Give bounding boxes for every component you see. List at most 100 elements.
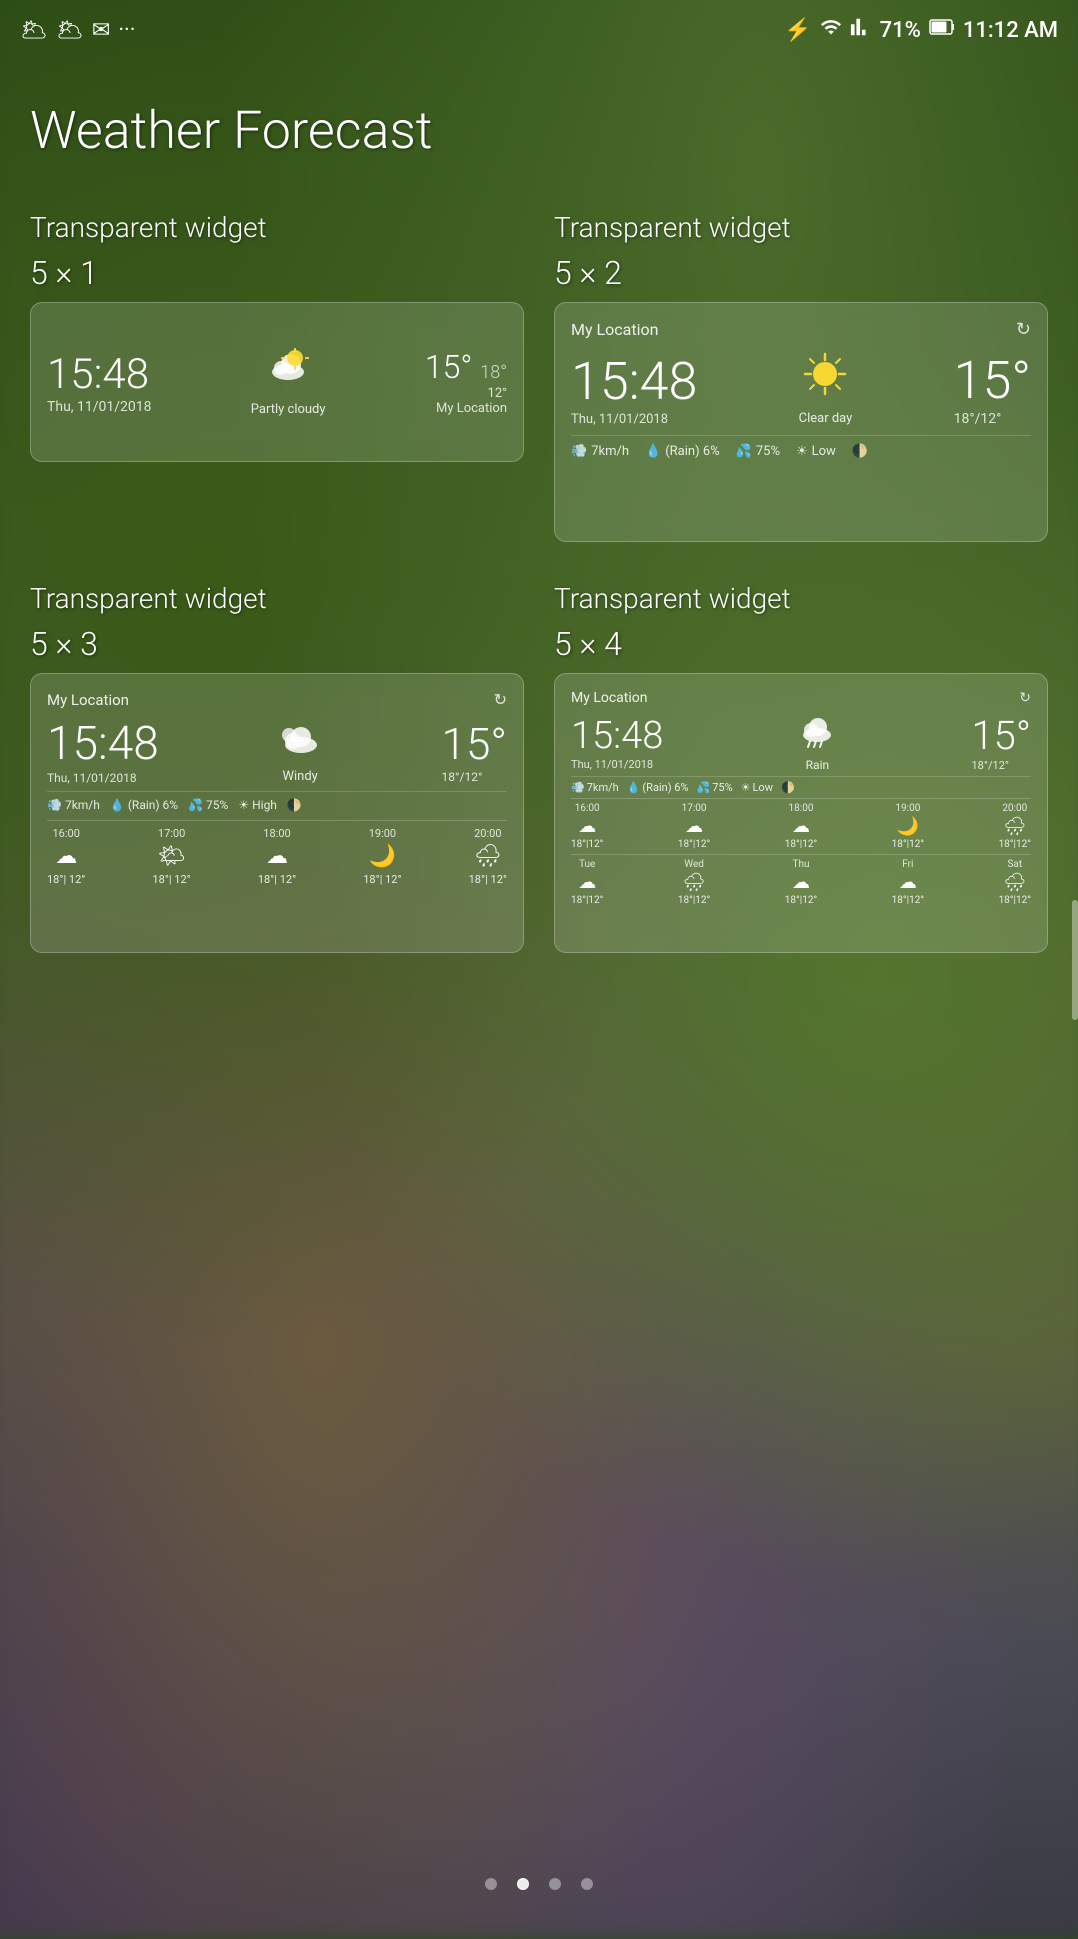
w4-hour-2: 18:00 ☁ 18°|12° — [785, 803, 817, 850]
w4-day-2: Thu ☁ 18°|12° — [785, 859, 817, 906]
w3-time: 15:48 — [47, 717, 159, 771]
widget-card-5x1[interactable]: 15:48 Thu, 11/01/2018 — [30, 302, 524, 462]
widget-card-5x2[interactable]: My Location ↻ 15:48 Thu, 11/01/2018 — [554, 302, 1048, 542]
w3-hour-1: 17:00 🌤 18°| 12° — [152, 827, 190, 886]
w1-time: 15:48 — [47, 350, 152, 399]
w3-time-section: 15:48 Thu, 11/01/2018 — [47, 717, 159, 785]
w3-hour-4: 20:00 🌧 18°| 12° — [469, 827, 507, 886]
w2-weather: Clear day — [799, 352, 853, 426]
w2-uv: ☀ Low — [796, 444, 836, 459]
page-dot-1[interactable] — [517, 1878, 529, 1890]
page-dot-0[interactable] — [485, 1878, 497, 1890]
w4-moon: 🌓 — [781, 781, 795, 794]
w4-day-1: Wed 🌧 18°|12° — [678, 859, 710, 906]
widget-label-5x1: Transparent widget — [30, 211, 524, 244]
main-content: Weather Forecast Transparent widget 5 × … — [0, 60, 1078, 1920]
page-dot-2[interactable] — [549, 1878, 561, 1890]
battery-icon — [929, 16, 955, 44]
w4-hour-1: 17:00 ☁ 18°|12° — [678, 803, 710, 850]
w4-day-0: Tue ☁ 18°|12° — [571, 859, 603, 906]
w3-hilo: 18°/12° — [442, 770, 507, 784]
w4-hilo: 18°/12° — [971, 759, 1031, 772]
cloud-icon-2: 🌥 — [56, 18, 84, 43]
w3-temp-section: 15° 18°/12° — [442, 718, 507, 784]
w4-date: Thu, 11/01/2018 — [571, 758, 663, 771]
w1-weather-icon — [263, 348, 313, 398]
w4-day-3: Fri ☁ 18°|12° — [892, 859, 924, 906]
w2-moon: 🌓 — [852, 444, 868, 459]
w3-uv: ☀ High — [238, 798, 277, 812]
w2-humidity: 💦 75% — [736, 444, 780, 459]
status-right: ⚡ 71% 11:12 AM — [784, 16, 1058, 44]
w2-wind: 💨 7km/h — [571, 444, 629, 459]
widget-section-5x3: Transparent widget 5 × 3 My Location ↻ 1… — [30, 582, 524, 953]
widget-size-5x1: 5 × 1 — [30, 254, 524, 292]
w4-hour-3: 19:00 🌙 18°|12° — [892, 803, 924, 850]
w2-weather-icon — [801, 352, 849, 407]
w4-hour-4: 20:00 🌧 18°|12° — [999, 803, 1031, 850]
w1-lotemp: 12° — [425, 386, 507, 401]
w4-weather: Rain — [796, 713, 838, 772]
w4-weather-icon — [796, 713, 838, 758]
w3-moon: 🌓 — [287, 798, 302, 812]
status-bar: 🌥 🌥 ✉ ··· ⚡ 71% 11:12 AM — [0, 0, 1078, 60]
dots-icon: ··· — [118, 18, 135, 43]
widget-section-5x1: Transparent widget 5 × 1 15:48 Thu, 11/0… — [30, 211, 524, 542]
w1-temp: 15° 18° — [425, 348, 507, 386]
w3-hourly: 16:00 ☁ 18°| 12° 17:00 🌤 18°| 12° 18:00 … — [47, 820, 507, 886]
widget-section-5x4: Transparent widget 5 × 4 My Location ↻ 1… — [554, 582, 1048, 953]
w3-rain: 💧 (Rain) 6% — [110, 798, 178, 812]
w3-temp: 15° — [442, 718, 507, 770]
w4-rain: 💧 (Rain) 6% — [627, 781, 689, 794]
w1-date: Thu, 11/01/2018 — [47, 399, 152, 415]
w2-rain: 💧 (Rain) 6% — [645, 444, 720, 459]
w3-main: 15:48 Thu, 11/01/2018 Windy — [47, 717, 507, 785]
w4-temp: 15° — [971, 712, 1031, 759]
status-left: 🌥 🌥 ✉ ··· — [20, 18, 136, 43]
w4-temp-section: 15° 18°/12° — [971, 712, 1031, 772]
w4-daily: Tue ☁ 18°|12° Wed 🌧 18°|12° Thu ☁ 18°|12… — [571, 854, 1031, 906]
w3-hour-3: 19:00 🌙 18°| 12° — [363, 827, 401, 886]
w4-header: My Location ↻ — [571, 690, 1031, 706]
w4-humidity: 💦 75% — [697, 781, 733, 794]
w3-date: Thu, 11/01/2018 — [47, 771, 159, 785]
w2-time: 15:48 — [571, 351, 697, 412]
widget-label-5x4: Transparent widget — [554, 582, 1048, 615]
widget-size-5x4: 5 × 4 — [554, 625, 1048, 663]
w3-header: My Location ↻ — [47, 690, 507, 709]
widget-size-5x2: 5 × 2 — [554, 254, 1048, 292]
cloud-icon-1: 🌥 — [20, 18, 48, 43]
w4-details: 💨 7km/h 💧 (Rain) 6% 💦 75% ☀ Low — [571, 776, 1031, 794]
w2-hilo: 18°/12° — [954, 411, 1031, 427]
w2-location: My Location — [571, 320, 658, 339]
page-dot-3[interactable] — [581, 1878, 593, 1890]
w1-location: My Location — [425, 401, 507, 416]
w1-temp-section: 15° 18° 12° My Location — [425, 348, 507, 416]
w4-day-4: Sat 🌧 18°|12° — [999, 859, 1031, 906]
widget-card-5x4[interactable]: My Location ↻ 15:48 Thu, 11/01/2018 — [554, 673, 1048, 953]
w1-condition: Partly cloudy — [251, 402, 326, 417]
w1-hitemp: 18° — [480, 362, 507, 383]
w4-condition: Rain — [806, 758, 829, 772]
widget-section-5x2: Transparent widget 5 × 2 My Location ↻ 1… — [554, 211, 1048, 542]
w2-details: 💨 7km/h 💧 (Rain) 6% 💦 75% ☀ Low — [571, 435, 1031, 459]
w4-refresh-icon: ↻ — [1019, 690, 1031, 706]
w3-humidity: 💦 75% — [188, 798, 228, 812]
widget-grid: Transparent widget 5 × 1 15:48 Thu, 11/0… — [30, 211, 1048, 953]
signal-icon — [850, 16, 872, 44]
w2-refresh-icon: ↻ — [1016, 319, 1031, 340]
w2-temp: 15° — [954, 350, 1031, 411]
w4-uv: ☀ Low — [741, 781, 773, 794]
w2-date: Thu, 11/01/2018 — [571, 412, 697, 427]
w3-hour-2: 18:00 ☁ 18°| 12° — [258, 827, 296, 886]
w4-location: My Location — [571, 690, 648, 706]
w3-condition: Windy — [282, 769, 317, 784]
w3-refresh-icon: ↻ — [494, 690, 507, 709]
widget-size-5x3: 5 × 3 — [30, 625, 524, 663]
bluetooth-icon: ⚡ — [784, 18, 811, 43]
widget-card-5x3[interactable]: My Location ↻ 15:48 Thu, 11/01/2018 — [30, 673, 524, 953]
page-dots — [0, 1878, 1078, 1890]
w2-condition: Clear day — [799, 411, 853, 426]
widget-label-5x2: Transparent widget — [554, 211, 1048, 244]
w3-weather: Windy — [275, 719, 325, 784]
